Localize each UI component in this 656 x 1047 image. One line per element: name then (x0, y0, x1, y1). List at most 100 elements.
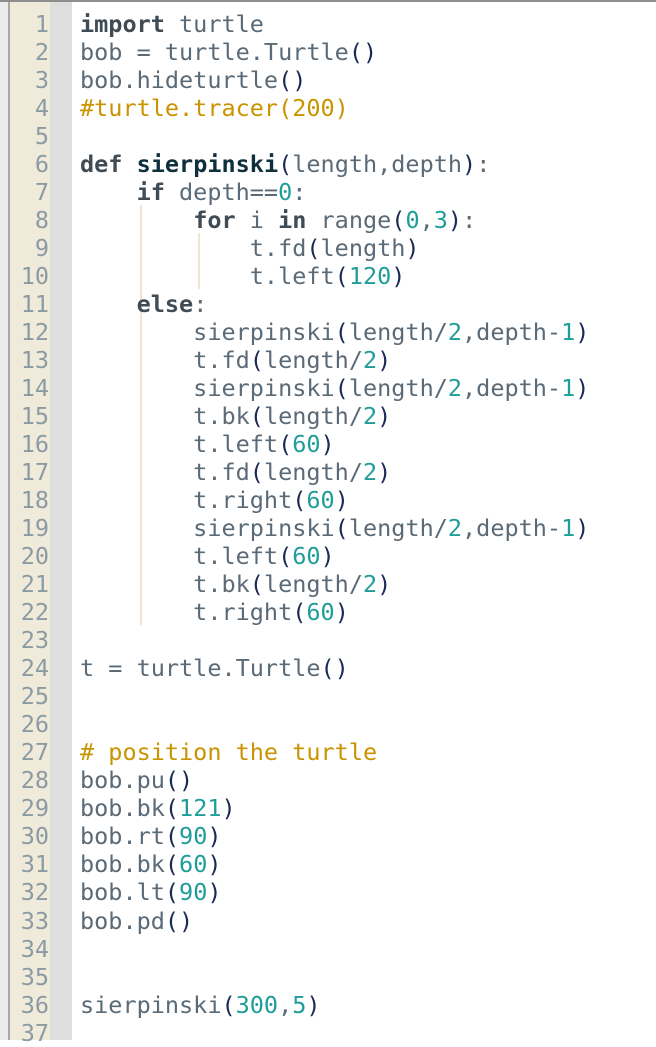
paren-token: ) (575, 374, 590, 403)
keyword-token: if (136, 178, 165, 207)
fold-margin[interactable] (50, 2, 72, 1040)
code-line[interactable]: bob = turtle.Turtle() (80, 38, 656, 66)
code-line[interactable]: bob.bk(121) (80, 794, 656, 822)
keyword-token: for (193, 206, 236, 235)
code-line[interactable]: t.left(60) (80, 542, 656, 570)
line-number: 5 (34, 122, 49, 151)
code-line[interactable]: t.right(60) (80, 486, 656, 514)
code-line[interactable]: bob.hideturtle() (80, 66, 656, 94)
code-line[interactable]: t.right(60) (80, 598, 656, 626)
code-line[interactable]: ​ (80, 122, 656, 150)
number-token: 300 (235, 990, 279, 1019)
code-line[interactable]: ​ (80, 682, 656, 710)
number-token: 90 (179, 822, 208, 851)
code-line[interactable]: bob.rt(90) (80, 822, 656, 850)
number-token: 1 (561, 374, 576, 403)
keyword-token: import (80, 10, 165, 38)
paren-token: ( (292, 598, 307, 627)
code-line[interactable]: bob.lt(90) (80, 878, 656, 906)
code-line[interactable]: ​ (80, 935, 656, 963)
line-number: 26 (20, 710, 49, 739)
code-token: bob.hideturtle (80, 66, 279, 95)
code-line[interactable]: t.fd(length/2) (80, 458, 656, 486)
paren-token: ( (306, 234, 321, 263)
paren-token: ) (207, 878, 222, 907)
code-line[interactable]: ​ (80, 1019, 656, 1047)
code-token: ,depth- (462, 318, 562, 347)
code-token: , (419, 206, 434, 235)
line-number: 7 (34, 178, 49, 207)
code-line[interactable]: sierpinski(length/2,depth-1) (80, 374, 656, 402)
paren-token: ( (278, 150, 293, 179)
code-line[interactable]: #turtle.tracer(200) (80, 94, 656, 122)
code-line[interactable]: if depth==0: (80, 178, 656, 206)
code-token: t.bk (80, 402, 250, 431)
number-token: 60 (292, 542, 321, 571)
paren-token: ( (164, 850, 180, 879)
code-editor[interactable]: 1 2 3 4 5 6 7 8 9 10 11 12 13 14 15 16 17 18 19 20 21 22 23 24 2… (0, 0, 656, 1047)
keyword-token: else (136, 290, 194, 319)
code-line[interactable]: t.fd(length/2) (80, 346, 656, 374)
line-number: 11 (20, 290, 49, 319)
paren-token: () (164, 906, 194, 935)
paren-token: ( (221, 990, 236, 1019)
line-number: 35 (20, 962, 49, 991)
line-numbers: 1 2 3 4 5 6 7 8 9 10 11 12 13 14 15 16 17 18 19 20 21 22 23 24 2… (10, 10, 49, 1047)
line-number: 9 (34, 234, 49, 263)
code-token: sierpinski (80, 374, 335, 403)
code-line[interactable]: t.left(60) (80, 430, 656, 458)
line-number: 30 (20, 822, 49, 851)
code-line[interactable]: else: (80, 290, 656, 318)
code-line[interactable]: t.bk(length/2) (80, 570, 656, 598)
code-line[interactable]: t = turtle.Turtle() (80, 654, 656, 682)
code-line[interactable]: t.fd(length) (80, 234, 656, 262)
code-line[interactable]: ​ (80, 710, 656, 738)
paren-token: ) (377, 570, 392, 599)
line-number: 1 (34, 10, 49, 38)
code-line[interactable]: import turtle (80, 10, 656, 38)
code-line[interactable]: ​ (80, 626, 656, 654)
code-line[interactable]: for i in range(0,3): (80, 206, 656, 234)
code-line[interactable]: t.bk(length/2) (80, 402, 656, 430)
code-token: t = turtle.Turtle (80, 654, 321, 683)
code-line[interactable]: # position the turtle (80, 738, 656, 766)
keyword-token: def (80, 150, 123, 179)
paren-token: ( (249, 570, 264, 599)
code-line[interactable]: t.left(120) (80, 262, 656, 290)
code-line[interactable]: def sierpinski(length,depth): (80, 150, 656, 178)
paren-token: ) (306, 990, 321, 1019)
paren-token: ) (405, 234, 420, 263)
code-line[interactable]: ​ (80, 963, 656, 991)
code-line[interactable]: sierpinski(length/2,depth-1) (80, 514, 656, 542)
paren-token: ) (391, 262, 406, 291)
code-line[interactable]: sierpinski(300,5) (80, 991, 656, 1019)
paren-token: ( (164, 822, 180, 851)
comment-token: #turtle.tracer(200) (80, 94, 349, 123)
paren-token: () (164, 766, 194, 795)
line-number: 37 (20, 1018, 49, 1047)
top-border (0, 0, 656, 2)
number-token: 2 (362, 458, 378, 487)
code-line[interactable]: bob.pu() (80, 766, 656, 794)
number-token: 2 (362, 402, 378, 431)
line-number: 32 (20, 878, 49, 907)
line-number: 20 (20, 542, 49, 571)
code-token: , (278, 990, 293, 1019)
code-token: t.left (80, 430, 279, 459)
line-number: 13 (20, 346, 49, 375)
number-token: 121 (179, 794, 222, 823)
paren-token: ( (278, 542, 293, 571)
code-line[interactable]: sierpinski(length/2,depth-1) (80, 318, 656, 346)
paren-token: ( (391, 206, 406, 235)
code-line[interactable]: bob.bk(60) (80, 850, 656, 878)
code-token: t.fd (80, 346, 250, 375)
paren-token: ( (334, 374, 349, 403)
code-line[interactable]: bob.pd() (80, 907, 656, 935)
code-token: t.left (80, 542, 279, 571)
code-area[interactable]: import turtle bob = turtle.Turtle() bob.hi… (80, 10, 656, 1047)
comment-token: # position the turtle (80, 738, 378, 767)
paren-token: ( (334, 262, 349, 291)
